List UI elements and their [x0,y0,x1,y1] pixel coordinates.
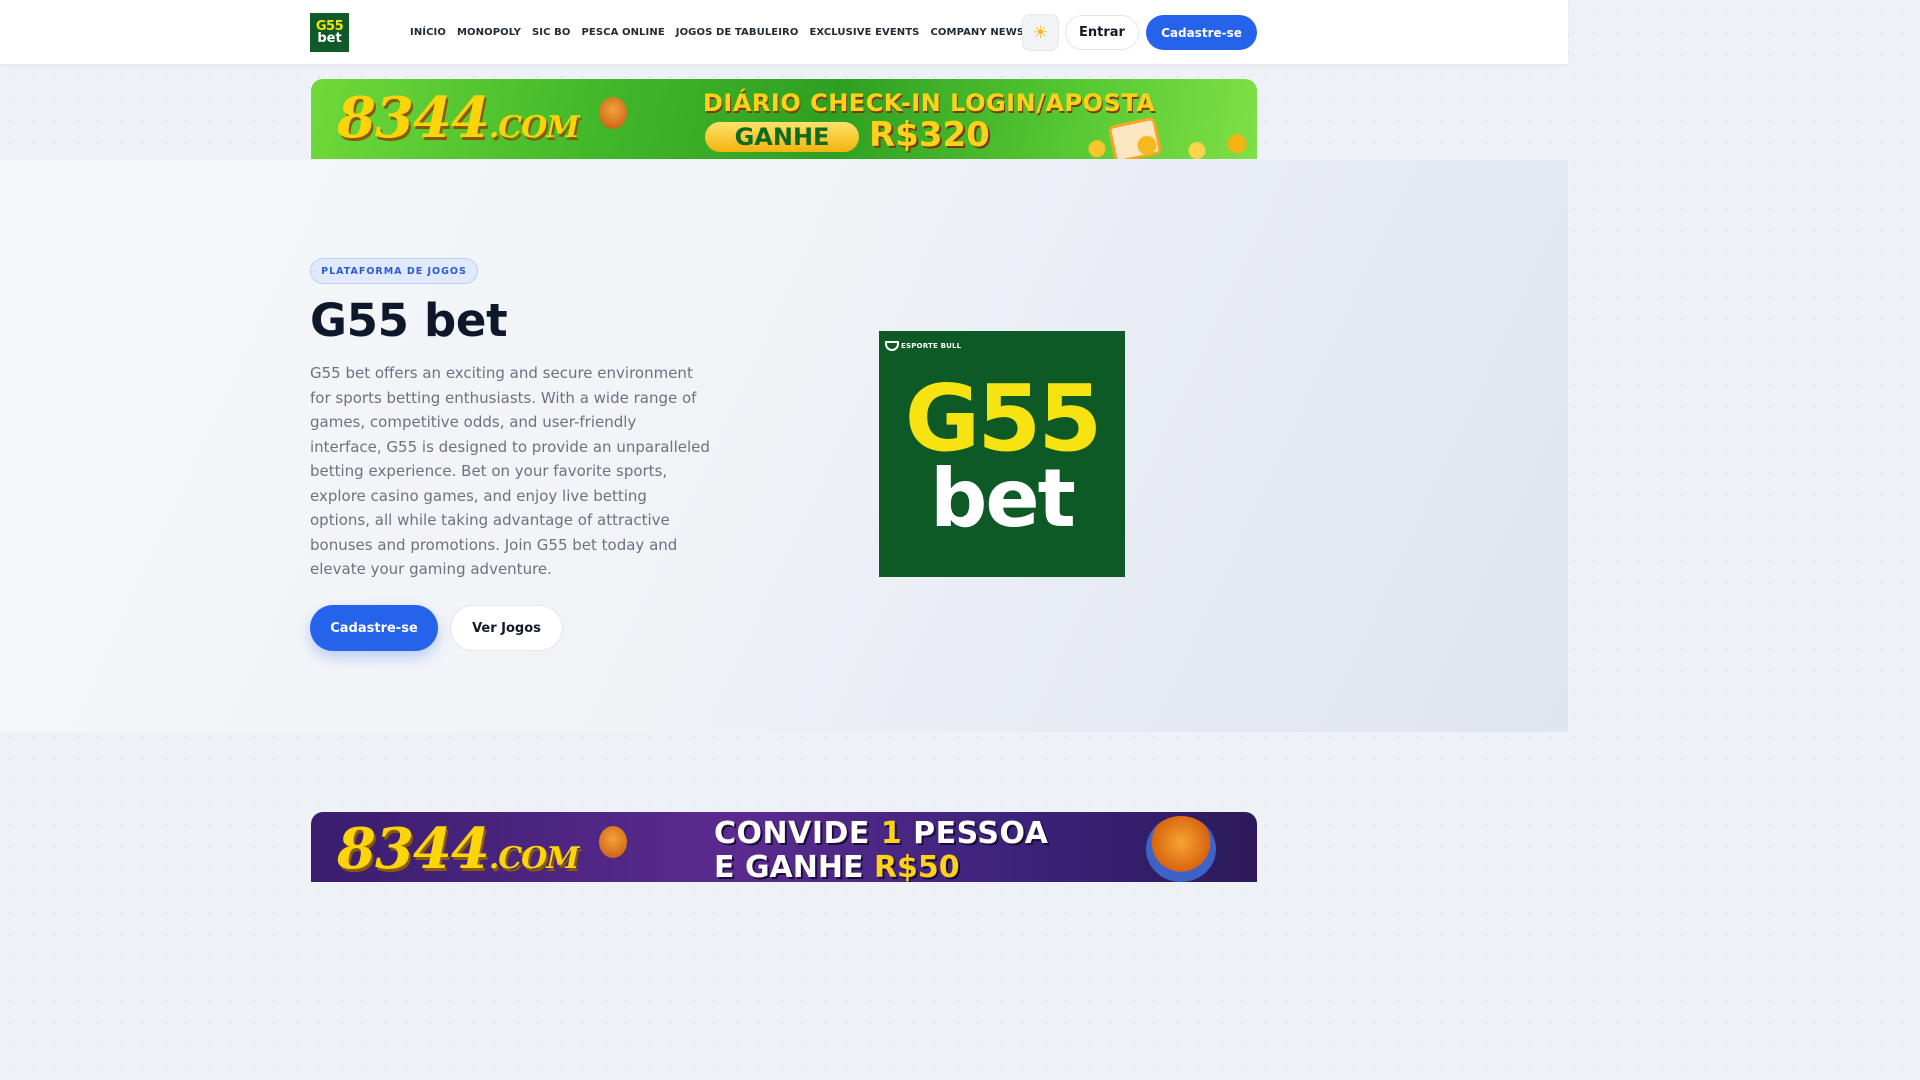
hero-signup-button[interactable]: Cadastre-se [310,605,438,651]
nav-exclusive-events[interactable]: EXCLUSIVE EVENTS [809,27,919,38]
banner-subheadline: E GANHE R$50 [714,850,960,882]
promo-banner-checkin[interactable]: 8344.COM DIÁRIO CHECK-IN LOGIN/APOSTA GA… [311,79,1257,159]
promo-banner-invite[interactable]: 8344.COM CONVIDE 1 PESSOA E GANHE R$50 [311,812,1257,882]
nav-company-news[interactable]: COMPANY NEWS [930,27,1024,38]
banner-site-name: 8344.COM [337,816,580,882]
banner-headline: CONVIDE 1 PESSOA [714,816,1049,851]
brand-logo[interactable]: G55 bet [310,13,349,52]
login-button[interactable]: Entrar [1065,15,1139,50]
nav-sic-bo[interactable]: SIC BO [532,27,570,38]
signup-button[interactable]: Cadastre-se [1146,15,1257,50]
banner-headline: DIÁRIO CHECK-IN LOGIN/APOSTA [703,89,1156,117]
esporte-bull-brand: ESPORTE BULL [885,341,961,351]
site-header: G55 bet INÍCIO MONOPOLY SIC BO PESCA ONL… [0,0,1568,65]
page-title: G55 bet [310,294,508,347]
banner-ganhe-pill: GANHE [705,122,859,152]
tiger-mascot-icon [599,826,627,858]
g55-bet-logo-image: ESPORTE BULL G55 bet [879,331,1125,577]
banner-site-name: 8344.COM [337,85,580,151]
hero-section [0,160,1568,732]
main-nav: INÍCIO MONOPOLY SIC BO PESCA ONLINE JOGO… [410,27,1035,38]
view-games-button[interactable]: Ver Jogos [450,605,563,651]
nav-jogos-de-tabuleiro[interactable]: JOGOS DE TABULEIRO [676,27,799,38]
logo-bet-text: bet [930,452,1076,545]
hero-description: G55 bet offers an exciting and secure en… [310,364,710,578]
theme-toggle-button[interactable]: ☀ [1022,14,1059,51]
tiger-mascot-icon [1146,816,1216,882]
bull-icon [885,341,899,351]
nav-monopoly[interactable]: MONOPOLY [457,27,521,38]
logo-text-bottom: bet [317,31,342,46]
nav-pesca-online[interactable]: PESCA ONLINE [581,27,664,38]
esporte-bull-label: ESPORTE BULL [901,342,962,350]
tiger-mascot-icon [599,97,627,129]
banner-amount: R$320 [869,115,990,155]
nav-inicio[interactable]: INÍCIO [410,27,446,38]
coins-icon [1057,125,1257,159]
sun-icon: ☀ [1032,22,1049,43]
category-badge: PLATAFORMA DE JOGOS [310,258,478,284]
